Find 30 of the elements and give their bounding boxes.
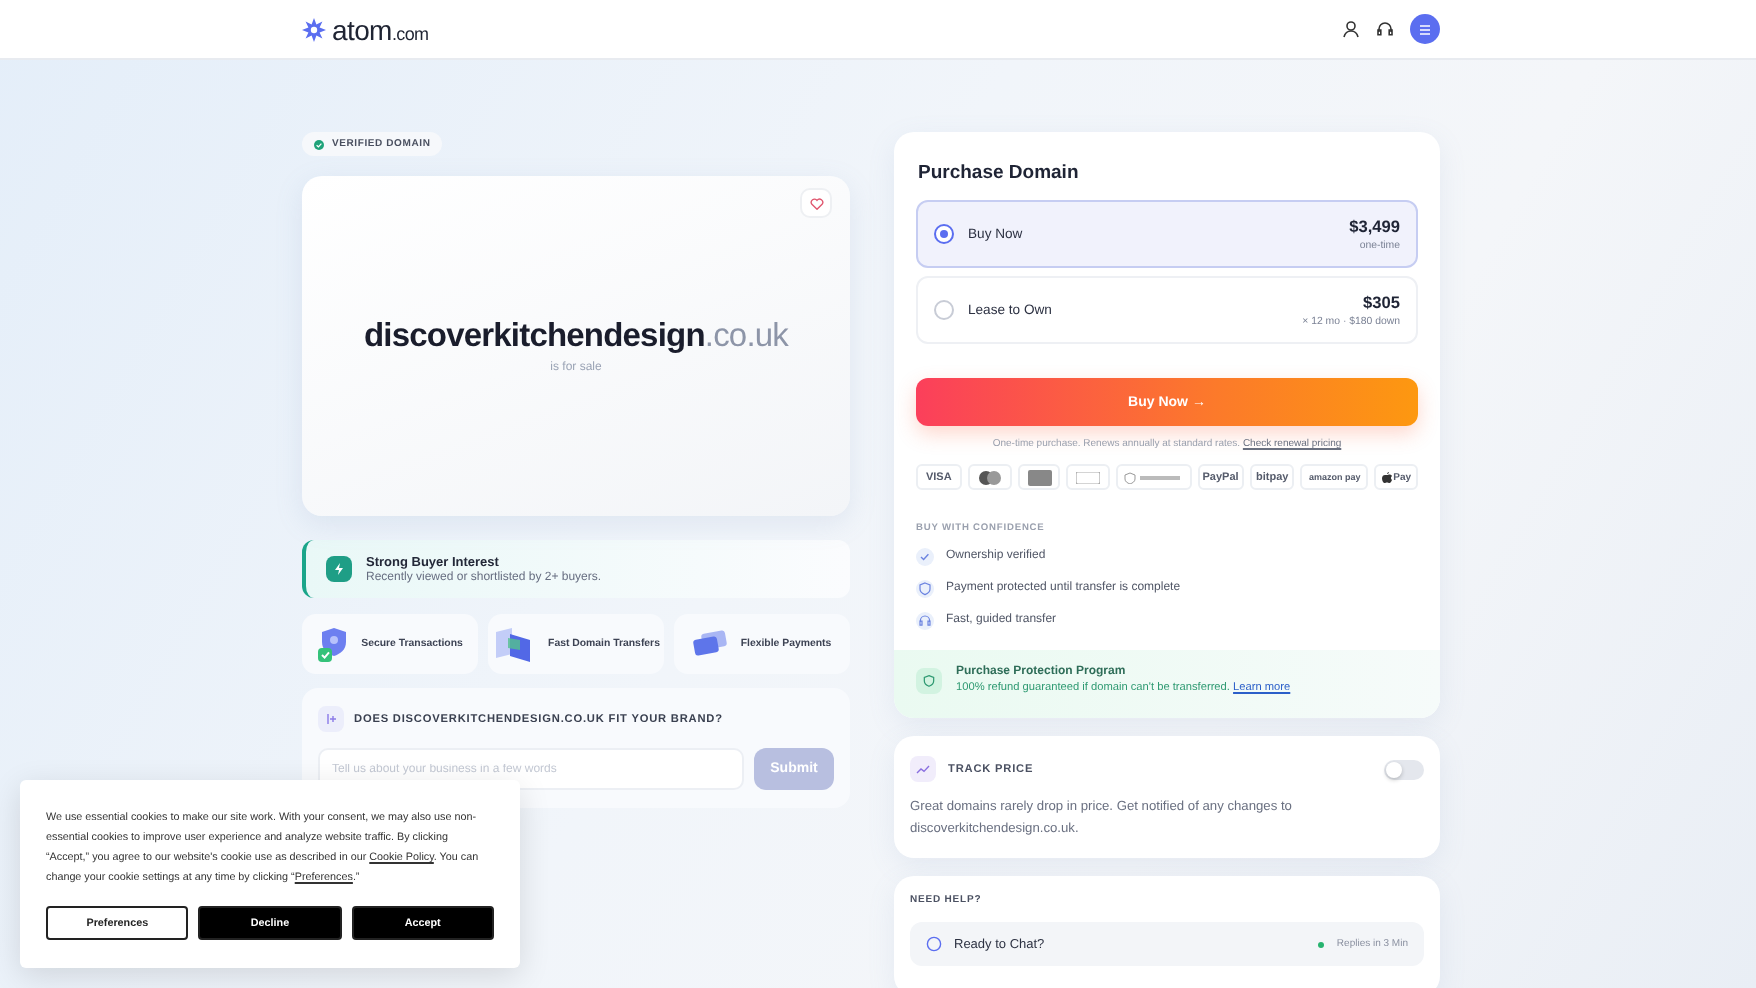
radio-button[interactable] <box>934 224 954 244</box>
menu-icon <box>1418 23 1432 35</box>
shield-check-icon <box>916 667 942 693</box>
online-dot <box>1318 941 1325 947</box>
chat-bubble-icon <box>926 936 942 952</box>
option-price: $305 <box>1361 292 1400 312</box>
heart-icon <box>809 197 823 209</box>
cards-icon <box>692 630 729 658</box>
check-circle-icon <box>916 547 934 565</box>
purchase-title: Purchase Domain <box>916 160 1081 188</box>
headset-icon[interactable] <box>1376 20 1394 38</box>
escrow-logo-icon <box>1116 464 1192 490</box>
radio-button[interactable] <box>934 300 954 320</box>
user-icon[interactable] <box>1342 20 1360 38</box>
check-circle-icon <box>314 139 324 149</box>
headset-icon <box>916 611 934 629</box>
trend-icon <box>910 756 936 782</box>
shield-icon <box>916 579 934 597</box>
logo-text: atom.com <box>332 13 429 45</box>
card-logo-icon <box>967 464 1012 490</box>
card-logo-icon <box>1066 464 1111 490</box>
atom-logo-icon <box>302 17 326 41</box>
menu-button[interactable] <box>1410 14 1440 44</box>
domain-name: discoverkitchendesign.co.uk <box>363 318 789 356</box>
favorite-button[interactable] <box>800 188 832 218</box>
bolt-icon <box>326 556 352 582</box>
card-logo-icon <box>1017 464 1061 490</box>
track-price-toggle[interactable] <box>1384 759 1424 779</box>
shield-check-icon <box>317 626 350 662</box>
option-price: $3,499 <box>1349 216 1400 236</box>
